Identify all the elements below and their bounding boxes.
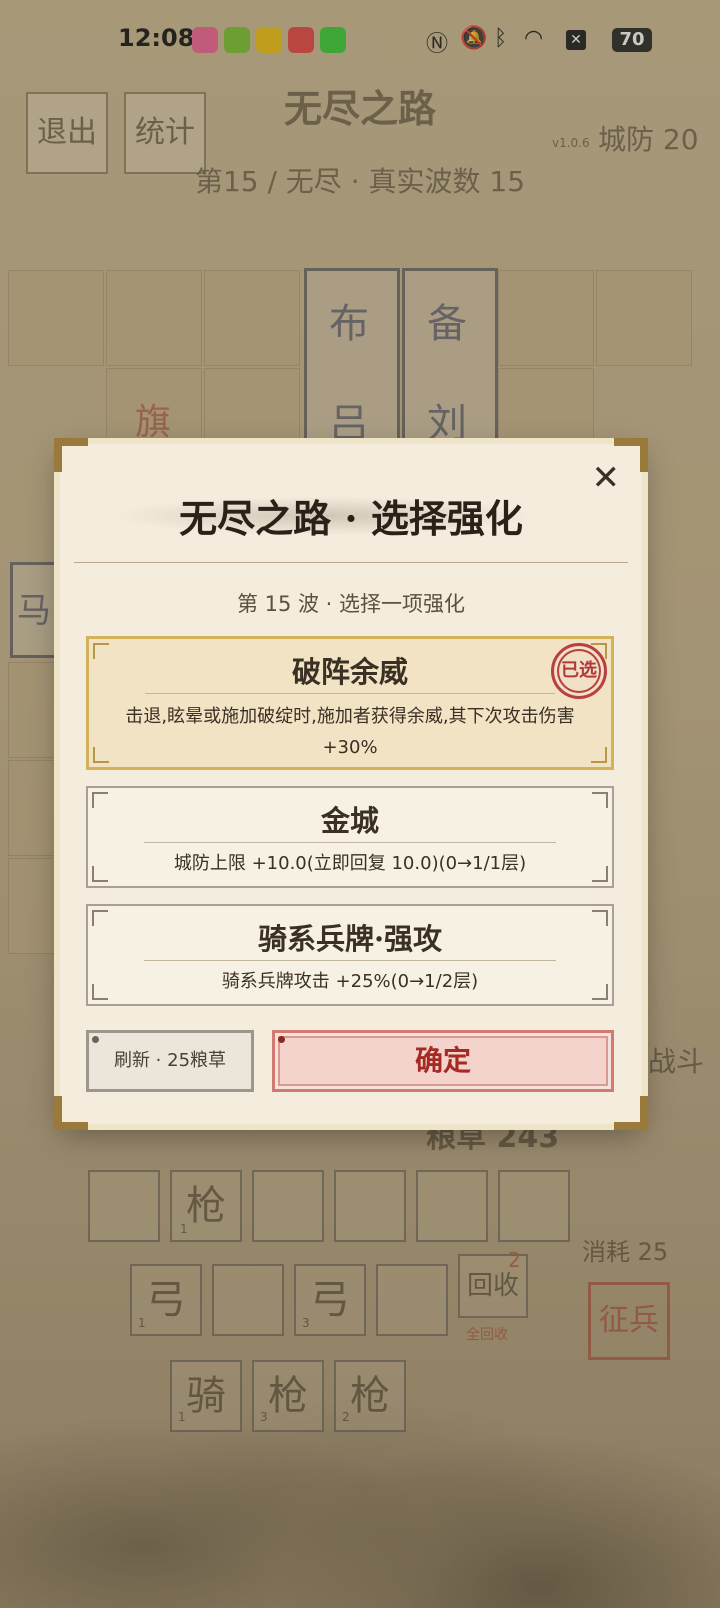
refresh-button[interactable]: 刷新 · 25粮草	[86, 1030, 254, 1092]
option-title: 金城	[320, 804, 379, 838]
option-divider	[144, 842, 556, 843]
confirm-label: 确定	[414, 1044, 471, 1077]
button-dot	[92, 1036, 99, 1043]
confirm-button[interactable]: 确定	[272, 1030, 614, 1092]
option-description: 城防上限 +10.0(立即回复 10.0)(0→1/1层)	[173, 853, 527, 874]
upgrade-modal: ✕ 无尽之路 · 选择强化 第 15 波 · 选择一项强化 破阵余威 击退,眩晕…	[54, 438, 648, 1130]
option-divider	[145, 693, 555, 694]
refresh-label: 刷新 · 25粮草	[113, 1050, 227, 1071]
modal-title: 无尽之路 · 选择强化	[179, 496, 523, 541]
option-title: 骑系兵牌·强攻	[257, 922, 443, 956]
selected-badge: 已选	[551, 643, 607, 699]
frame-corner	[54, 1096, 88, 1130]
option-divider	[144, 960, 556, 961]
modal-subtitle: 第 15 波 · 选择一项强化	[236, 592, 466, 616]
option-title: 破阵余威	[291, 655, 408, 689]
option-description: 骑系兵牌攻击 +25%(0→1/2层)	[221, 971, 479, 992]
frame-corner	[54, 438, 88, 472]
divider	[74, 562, 628, 563]
option-description: 击退,眩晕或施加破绽时,施加者获得余威,其下次攻击伤害+30%	[125, 706, 575, 758]
upgrade-option[interactable]: 骑系兵牌·强攻 骑系兵牌攻击 +25%(0→1/2层)	[86, 904, 614, 1006]
button-dot	[278, 1036, 285, 1043]
upgrade-option[interactable]: 破阵余威 击退,眩晕或施加破绽时,施加者获得余威,其下次攻击伤害+30% 已选	[86, 636, 614, 770]
upgrade-option[interactable]: 金城 城防上限 +10.0(立即回复 10.0)(0→1/1层)	[86, 786, 614, 888]
frame-corner	[614, 1096, 648, 1130]
